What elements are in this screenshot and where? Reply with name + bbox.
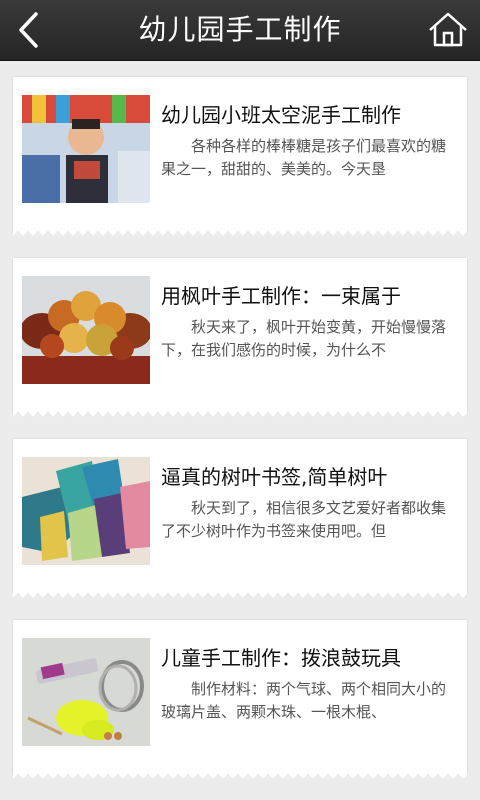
article-list[interactable]: 幼儿园小班太空泥手工制作 各种各样的棒棒糖是孩子们最喜欢的糖果之一，甜甜的、美美… xyxy=(0,60,480,800)
article-summary: 秋天到了，相信很多文艺爱好者都收集了不少树叶作为书签来使用吧。但 xyxy=(161,499,447,540)
article-title: 儿童手工制作：拨浪鼓玩具 xyxy=(161,646,401,670)
article-summary: 秋天来了，枫叶开始变黄，开始慢慢落下，在我们感伤的时候，为什么不 xyxy=(161,318,447,359)
article-thumbnail xyxy=(22,638,150,746)
article-thumbnail xyxy=(22,457,150,565)
article-card[interactable]: 幼儿园小班太空泥手工制作 各种各样的棒棒糖是孩子们最喜欢的糖果之一，甜甜的、美美… xyxy=(13,77,467,237)
article-card[interactable]: 逼真的树叶书签,简单树叶 秋天到了，相信很多文艺爱好者都收集了不少树叶作为书签来… xyxy=(13,439,467,599)
article-title: 逼真的树叶书签,简单树叶 xyxy=(161,465,388,489)
card-edge xyxy=(13,410,467,418)
article-summary: 各种各样的棒棒糖是孩子们最喜欢的糖果之一，甜甜的、美美的。今天垦 xyxy=(161,137,447,178)
card-edge xyxy=(13,591,467,599)
home-button[interactable] xyxy=(426,10,470,50)
article-card[interactable]: 儿童手工制作：拨浪鼓玩具 制作材料：两个气球、两个相同大小的玻璃片盖、两颗木珠、… xyxy=(13,620,467,780)
article-title: 用枫叶手工制作：一束属于 xyxy=(161,284,401,308)
top-bar: 幼儿园手工制作 xyxy=(0,0,480,61)
home-icon xyxy=(429,12,467,47)
article-thumbnail xyxy=(22,276,150,384)
article-thumbnail xyxy=(22,95,150,203)
article-summary: 制作材料：两个气球、两个相同大小的玻璃片盖、两颗木珠、一根木棍、 xyxy=(161,680,447,721)
article-card[interactable]: 用枫叶手工制作：一束属于 秋天来了，枫叶开始变黄，开始慢慢落下，在我们感伤的时候… xyxy=(13,258,467,418)
card-edge xyxy=(13,229,467,237)
article-title: 幼儿园小班太空泥手工制作 xyxy=(161,103,401,127)
card-edge xyxy=(13,772,467,780)
page-title: 幼儿园手工制作 xyxy=(138,13,342,46)
